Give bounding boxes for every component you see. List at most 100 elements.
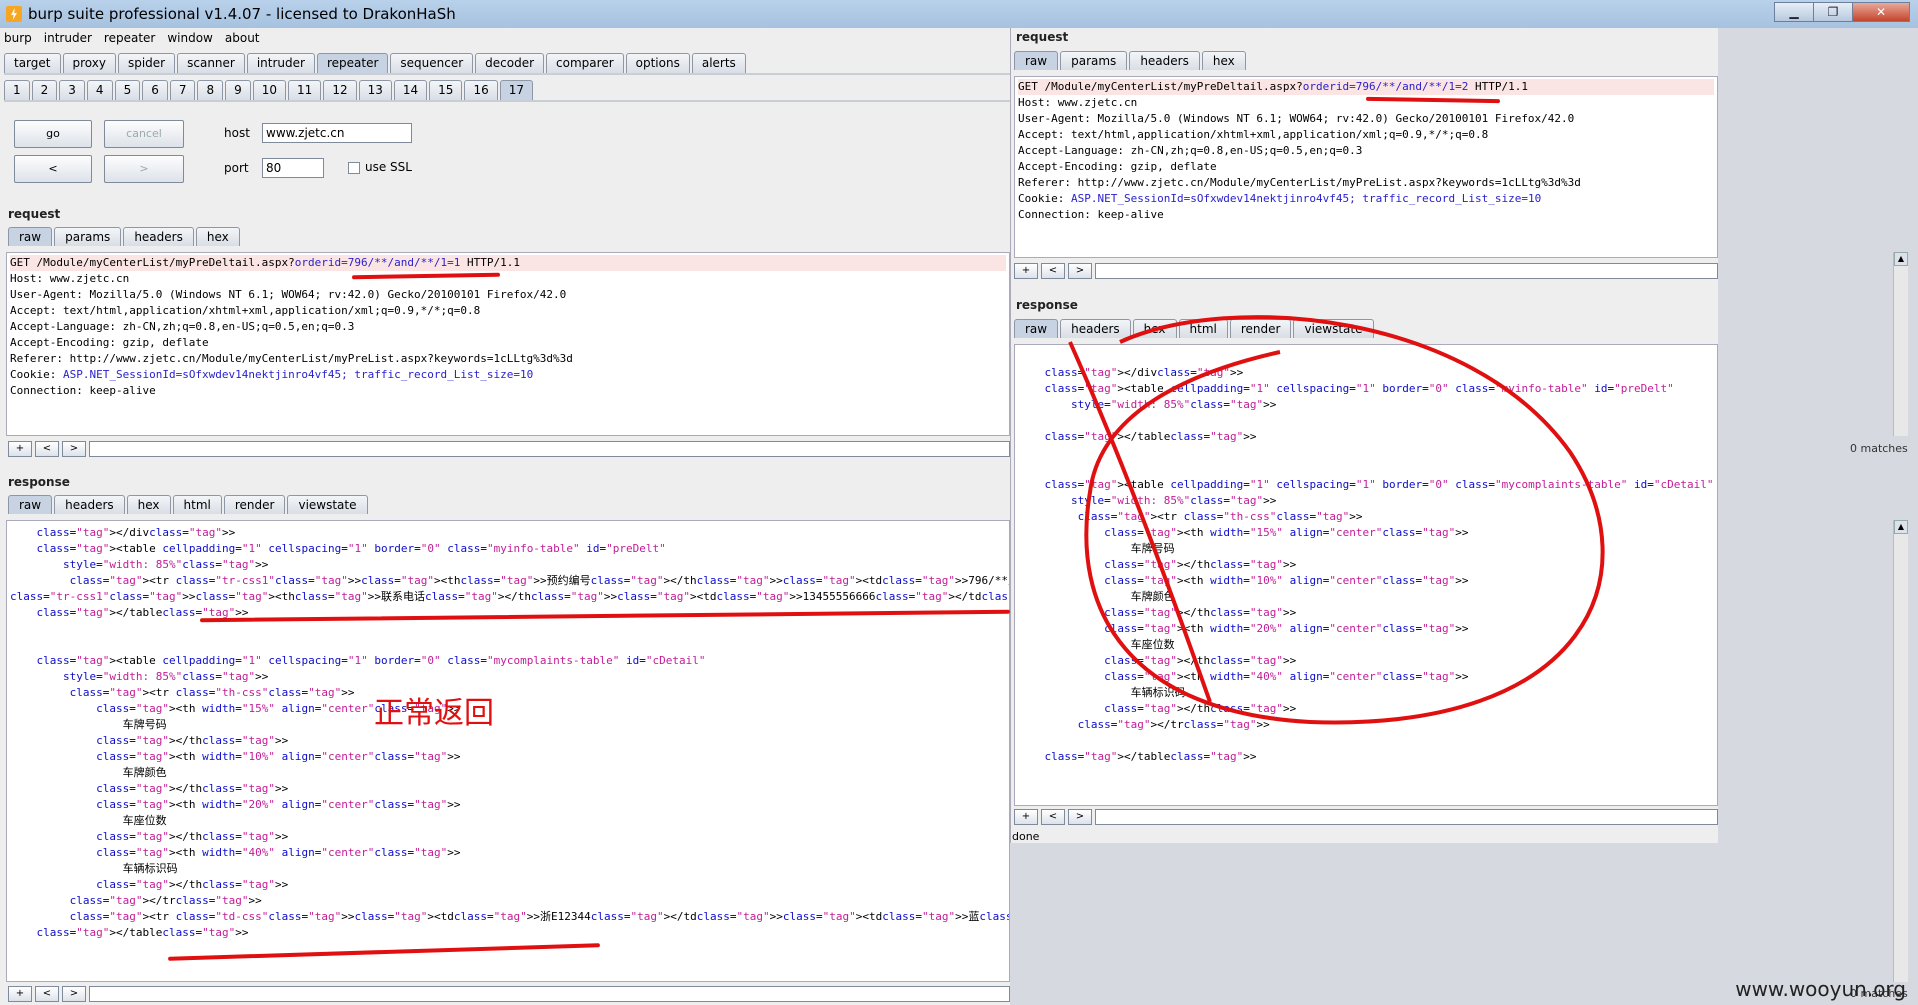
left-response-tab-hex[interactable]: hex (126, 495, 171, 514)
repeater-tab-3[interactable]: 3 (59, 80, 85, 100)
request-line: Referer: http://www.zjetc.cn/Module/myCe… (1018, 176, 1581, 189)
use-ssl-checkbox[interactable] (348, 162, 360, 174)
tab-comparer[interactable]: comparer (546, 53, 624, 73)
repeater-tab-11[interactable]: 11 (288, 80, 322, 100)
repeater-tab-13[interactable]: 13 (358, 80, 392, 100)
request-param: ASP.NET_SessionId=sOfxwdev14nektjinro4vf… (62, 368, 534, 381)
search-input[interactable] (89, 986, 1010, 1002)
search-add-button[interactable]: + (1014, 809, 1038, 825)
main-tabs: target proxy spider scanner intruder repeater… (4, 53, 748, 73)
watermark: www.wooyun.org (1735, 977, 1906, 1001)
back-button[interactable]: < (14, 155, 92, 183)
search-next-button[interactable]: > (62, 441, 86, 457)
go-button[interactable]: go (14, 120, 92, 148)
search-prev-button[interactable]: < (1041, 263, 1065, 279)
menu-item-intruder[interactable]: intruder (44, 31, 92, 45)
left-response-tab-render[interactable]: render (223, 495, 286, 514)
repeater-tab-4[interactable]: 4 (86, 80, 113, 100)
left-response-tab-headers[interactable]: headers (54, 495, 125, 514)
right-response-searchbar: + < > (1014, 808, 1718, 826)
left-request-editor[interactable]: GET /Module/myCenterList/myPreDeltail.as… (6, 252, 1010, 436)
left-response-tab-viewstate[interactable]: viewstate (287, 495, 368, 514)
use-ssl-label: use SSL (365, 160, 412, 174)
menu-bar: burp intruder repeater window about (0, 28, 1010, 48)
left-response-tab-html[interactable]: html (172, 495, 222, 514)
right-request-tab-hex[interactable]: hex (1201, 51, 1246, 70)
right-request-tab-params[interactable]: params (1060, 51, 1128, 70)
response-scrollbar[interactable]: ▲ (1893, 520, 1908, 982)
response-line: class="tag"></thclass="tag">> (96, 878, 289, 891)
repeater-tab-10[interactable]: 10 (252, 80, 287, 100)
request-line: Accept-Language: zh-CN,zh;q=0.8,en-US;q=… (1018, 144, 1363, 157)
search-prev-button[interactable]: < (35, 986, 59, 1002)
right-request-searchbar: + < > (1014, 262, 1718, 280)
search-prev-button[interactable]: < (35, 441, 59, 457)
minimize-button[interactable]: ▁ (1774, 2, 1814, 22)
tab-repeater[interactable]: repeater (316, 53, 389, 73)
left-request-tab-params[interactable]: params (54, 227, 122, 246)
port-input[interactable]: 80 (262, 158, 324, 178)
tab-alerts[interactable]: alerts (691, 53, 746, 73)
left-request-tab-headers[interactable]: headers (123, 227, 194, 246)
request-line: Cookie: ASP.NET_SessionId=sOfxwdev14nekt… (1018, 192, 1542, 205)
tab-spider[interactable]: spider (117, 53, 176, 73)
response-line (10, 637, 1006, 653)
request-param: ASP.NET_SessionId=sOfxwdev14nektjinro4vf… (1070, 192, 1542, 205)
repeater-tab-12[interactable]: 12 (323, 80, 357, 100)
search-input[interactable] (1095, 809, 1718, 825)
request-match-count: 0 matches (1850, 442, 1908, 455)
repeater-tab-2[interactable]: 2 (31, 80, 58, 100)
repeater-tab-16[interactable]: 16 (464, 80, 498, 100)
menu-item-repeater[interactable]: repeater (104, 31, 155, 45)
repeater-tab-9[interactable]: 9 (225, 80, 251, 100)
request-scrollbar[interactable]: ▲ (1893, 252, 1908, 436)
left-response-tab-raw[interactable]: raw (8, 495, 53, 514)
tab-target[interactable]: target (4, 53, 61, 73)
search-add-button[interactable]: + (8, 441, 32, 457)
repeater-tab-14[interactable]: 14 (393, 80, 428, 100)
tab-sequencer[interactable]: sequencer (390, 53, 474, 73)
tab-proxy[interactable]: proxy (62, 53, 116, 73)
cancel-button[interactable]: cancel (104, 120, 184, 148)
repeater-tab-8[interactable]: 8 (197, 80, 224, 100)
menu-item-burp[interactable]: burp (4, 31, 32, 45)
left-request-tab-raw[interactable]: raw (8, 227, 53, 246)
right-request-tab-raw[interactable]: raw (1014, 51, 1059, 70)
response-line: class="tag"><tr class="td-css"class="tag… (69, 910, 1010, 923)
search-next-button[interactable]: > (1068, 809, 1092, 825)
left-response-tabs: raw headers hex html render viewstate (8, 495, 370, 514)
search-next-button[interactable]: > (62, 986, 86, 1002)
repeater-tab-6[interactable]: 6 (142, 80, 168, 100)
search-add-button[interactable]: + (8, 986, 32, 1002)
repeater-tab-7[interactable]: 7 (169, 80, 196, 100)
menu-item-about[interactable]: about (225, 31, 260, 45)
repeater-tab-15[interactable]: 15 (429, 80, 463, 100)
left-response-editor[interactable]: class="tag"></divclass="tag">> class="ta… (6, 520, 1010, 982)
close-button[interactable]: ✕ (1852, 2, 1910, 22)
maximize-button[interactable]: ❐ (1813, 2, 1853, 22)
scroll-up-arrow-icon[interactable]: ▲ (1894, 252, 1908, 266)
left-request-tab-hex[interactable]: hex (195, 227, 240, 246)
request-line: Connection: keep-alive (10, 384, 156, 397)
repeater-tab-1[interactable]: 1 (4, 80, 30, 100)
search-input[interactable] (89, 441, 1010, 457)
normal-return-annotation: 正常返回 (374, 696, 494, 731)
tab-options[interactable]: options (625, 53, 690, 73)
forward-button[interactable]: > (104, 155, 184, 183)
search-prev-button[interactable]: < (1041, 809, 1065, 825)
repeater-tab-5[interactable]: 5 (114, 80, 141, 100)
repeater-tab-17[interactable]: 17 (499, 80, 534, 100)
right-request-tab-headers[interactable]: headers (1129, 51, 1200, 70)
menu-item-window[interactable]: window (167, 31, 213, 45)
left-request-header: request (8, 207, 61, 221)
scroll-up-arrow-icon[interactable]: ▲ (1894, 520, 1908, 534)
search-next-button[interactable]: > (1068, 263, 1092, 279)
right-request-editor[interactable]: GET /Module/myCenterList/myPreDeltail.as… (1014, 76, 1718, 258)
host-input[interactable]: www.zjetc.cn (262, 123, 412, 143)
request-line: Host: www.zjetc.cn (10, 272, 130, 285)
search-input[interactable] (1095, 263, 1718, 279)
tab-decoder[interactable]: decoder (475, 53, 545, 73)
tab-intruder[interactable]: intruder (246, 53, 315, 73)
tab-scanner[interactable]: scanner (177, 53, 245, 73)
search-add-button[interactable]: + (1014, 263, 1038, 279)
